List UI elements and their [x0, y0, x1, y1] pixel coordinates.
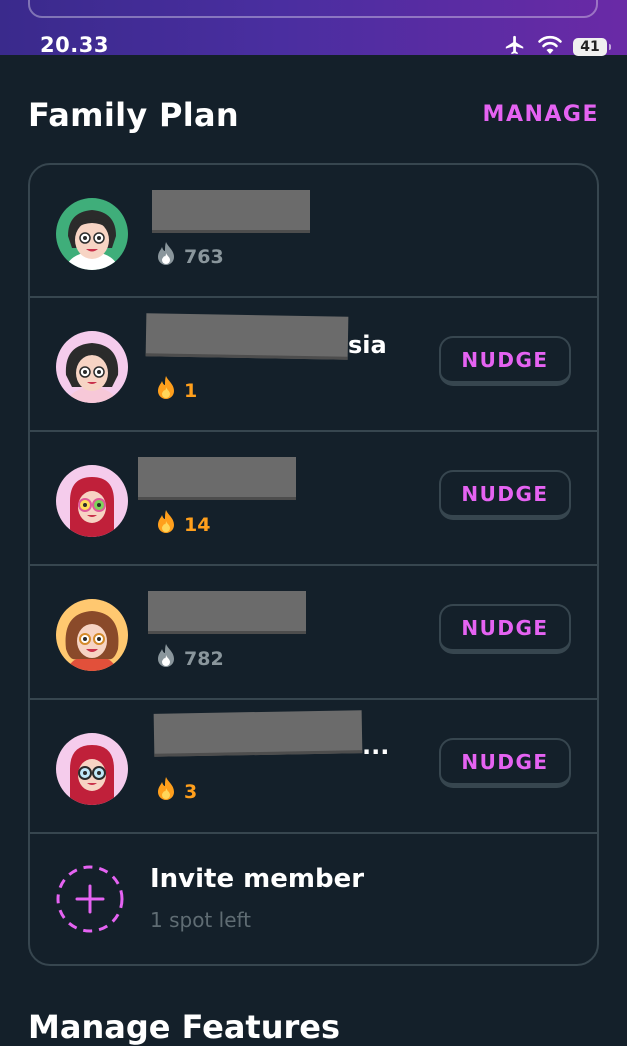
- nudge-button[interactable]: NUDGE: [439, 470, 571, 520]
- member-row[interactable]: sia 1 NUDGE: [30, 298, 597, 432]
- member-streak: 1: [154, 375, 197, 406]
- flame-icon: [154, 643, 178, 674]
- battery-level: 41: [580, 39, 600, 55]
- member-name-redacted: [152, 190, 310, 233]
- manage-button[interactable]: MANAGE: [483, 102, 599, 127]
- status-time: 20.33: [40, 33, 109, 57]
- member-avatar: [56, 733, 128, 805]
- flame-icon: [154, 509, 178, 540]
- member-avatar: [56, 465, 128, 537]
- member-streak-count: 1: [184, 379, 198, 402]
- battery-icon: 41: [573, 38, 611, 56]
- nudge-button[interactable]: NUDGE: [439, 738, 571, 788]
- invite-spots-left: 1 spot left: [150, 908, 252, 932]
- member-row[interactable]: 14 NUDGE: [30, 432, 597, 566]
- member-avatar: [56, 198, 128, 270]
- member-row[interactable]: 782 NUDGE: [30, 566, 597, 700]
- member-streak: 14: [154, 509, 210, 540]
- flame-icon: [154, 241, 178, 272]
- flame-icon: [154, 776, 178, 807]
- member-name-suffix: ...: [362, 732, 390, 760]
- nudge-button[interactable]: NUDGE: [439, 336, 571, 386]
- wifi-icon: [537, 35, 563, 59]
- airplane-icon: [503, 34, 527, 60]
- member-name-redacted: [145, 313, 349, 360]
- member-streak-count: 14: [184, 513, 211, 536]
- dynamic-pill: [28, 0, 598, 18]
- member-name-redacted: [153, 710, 363, 757]
- invite-member-title[interactable]: Invite member: [150, 864, 364, 894]
- nudge-button[interactable]: NUDGE: [439, 604, 571, 654]
- member-name-suffix: sia: [348, 331, 387, 359]
- section-title: Family Plan: [28, 96, 239, 134]
- family-members-card: 763 sia 1 NUDGE 14 NUDGE 782 NUDGE ... 3…: [28, 163, 599, 966]
- member-streak: 763: [154, 241, 224, 272]
- member-avatar: [56, 599, 128, 671]
- member-streak-count: 763: [184, 245, 224, 268]
- member-avatar: [56, 331, 128, 403]
- member-streak: 782: [154, 643, 224, 674]
- member-row[interactable]: ... 3 NUDGE: [30, 700, 597, 834]
- flame-icon: [154, 375, 178, 406]
- invite-member-row[interactable]: Invite member 1 spot left: [30, 834, 597, 964]
- member-name-redacted: [138, 457, 296, 500]
- member-streak-count: 3: [184, 780, 198, 803]
- member-name-redacted: [148, 591, 306, 634]
- member-streak: 3: [154, 776, 197, 807]
- member-streak-count: 782: [184, 647, 224, 670]
- status-bar: 20.33 41: [0, 0, 627, 57]
- status-icons: 41: [503, 34, 611, 60]
- member-row[interactable]: 763: [30, 165, 597, 298]
- add-member-icon[interactable]: [55, 864, 125, 938]
- next-section-title: Manage Features: [28, 1008, 341, 1046]
